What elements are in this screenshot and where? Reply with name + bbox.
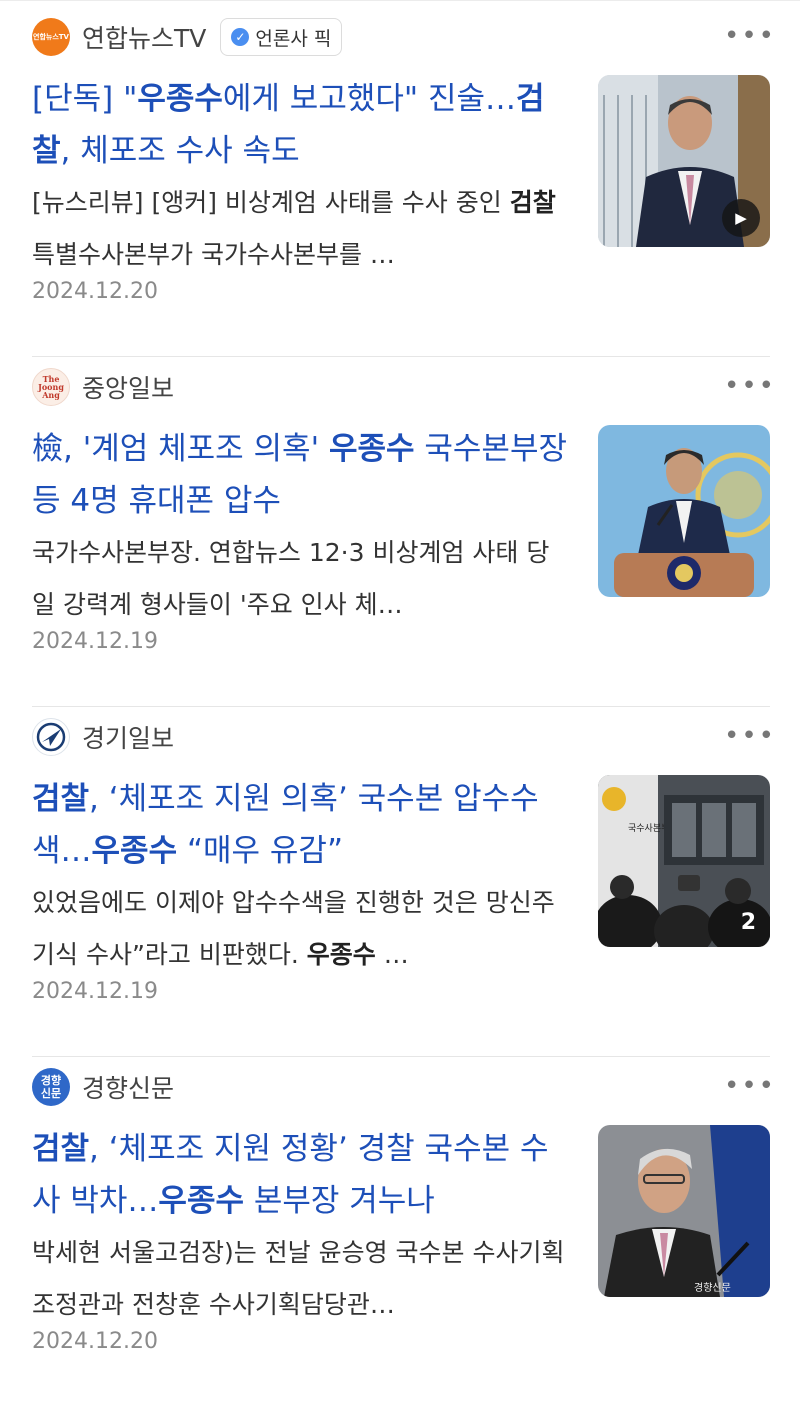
pick-label: 언론사 픽	[255, 27, 332, 50]
text-segment: 에게 보고했다" 진술…	[222, 81, 517, 117]
more-options-button[interactable]: •••	[724, 21, 774, 51]
press-logo-text: 경향 신문	[40, 1074, 62, 1100]
highlighted-keyword: 검찰	[32, 781, 90, 817]
press-logo[interactable]: 경향 신문	[32, 1068, 70, 1106]
article-date: 2024.12.20	[32, 279, 158, 304]
news-item[interactable]: 연합뉴스TV 연합뉴스TV ✓ 언론사 픽 ••• [단독] "우종수에게 보고…	[32, 7, 774, 357]
article-summary[interactable]: [뉴스리뷰] [앵커] 비상계엄 사태를 수사 중인 검찰 특별수사본부가 국가…	[32, 177, 572, 281]
news-item[interactable]: The Joong Ang 중앙일보 ••• 檢, '계엄 체포조 의혹' 우종…	[32, 357, 774, 707]
press-logo[interactable]	[32, 718, 70, 756]
press-logo-text: 연합뉴스TV	[33, 32, 69, 41]
more-options-button[interactable]: •••	[724, 721, 774, 751]
press-logo-text: The Joong Ang	[38, 374, 64, 400]
news-item[interactable]: 경기일보 ••• 검찰, ‘체포조 지원 의혹’ 국수본 압수수색…우종수 “매…	[32, 707, 774, 1057]
highlighted-keyword: 우종수	[91, 833, 178, 869]
article-date: 2024.12.19	[32, 979, 158, 1004]
press-name[interactable]: 중앙일보	[82, 369, 174, 405]
press-header: 경향 신문 경향신문	[32, 1067, 174, 1107]
highlighted-keyword: 우종수	[306, 940, 376, 969]
press-header: The Joong Ang 중앙일보	[32, 367, 174, 407]
check-icon: ✓	[231, 28, 250, 46]
text-segment: 국가수사본부장. 연합뉴스 12·3 비상계엄 사태 당일 강력계 형사들이 '…	[32, 538, 550, 619]
thumbnail-image	[598, 425, 770, 597]
article-title[interactable]: 檢, '계엄 체포조 의혹' 우종수 국수본부장 등 4명 휴대폰 압수	[32, 423, 572, 527]
image-count-badge: 2	[740, 910, 756, 935]
text-segment: “매우 유감”	[177, 833, 344, 869]
play-icon: ▶	[722, 199, 760, 237]
text-segment: , 체포조 수사 속도	[60, 133, 300, 169]
article-thumbnail[interactable]: 국수사본부 2	[598, 775, 770, 947]
article-summary[interactable]: 박세현 서울고검장)는 전날 윤승영 국수본 수사기획조정관과 전창훈 수사기획…	[32, 1227, 572, 1331]
article-title[interactable]: [단독] "우종수에게 보고했다" 진술…검찰, 체포조 수사 속도	[32, 73, 572, 177]
article-thumbnail[interactable]: ▶	[598, 75, 770, 247]
highlighted-keyword: 우종수	[137, 81, 223, 117]
press-name[interactable]: 연합뉴스TV	[82, 19, 206, 55]
article-thumbnail[interactable]: 경향신문	[598, 1125, 770, 1297]
text-segment: 있었음에도 이제야 압수수색을 진행한 것은 망신주기식 수사”라고 비판했다.	[32, 888, 555, 969]
article-date: 2024.12.20	[32, 1329, 158, 1354]
top-divider	[0, 0, 800, 7]
press-logo[interactable]: 연합뉴스TV	[32, 18, 70, 56]
text-segment: …	[375, 940, 409, 969]
article-summary[interactable]: 있었음에도 이제야 압수수색을 진행한 것은 망신주기식 수사”라고 비판했다.…	[32, 877, 572, 981]
text-segment: 특별수사본부가 국가수사본부를 …	[32, 240, 395, 269]
news-feed: 연합뉴스TV 연합뉴스TV ✓ 언론사 픽 ••• [단독] "우종수에게 보고…	[0, 7, 800, 1407]
highlighted-keyword: 우종수	[158, 1183, 244, 1219]
highlighted-keyword: 검찰	[509, 188, 556, 217]
press-name[interactable]: 경향신문	[82, 1069, 174, 1105]
text-segment: 본부장 겨누나	[243, 1183, 435, 1219]
text-segment: 檢, '계엄 체포조 의혹'	[32, 431, 329, 467]
press-name[interactable]: 경기일보	[82, 719, 174, 755]
article-thumbnail[interactable]	[598, 425, 770, 597]
thumbnail-sign-text: 국수사본부	[628, 823, 669, 834]
thumbnail-watermark: 경향신문	[694, 1281, 731, 1294]
press-header: 경기일보	[32, 717, 174, 757]
highlighted-keyword: 검찰	[32, 1131, 90, 1167]
text-segment: [뉴스리뷰] [앵커] 비상계엄 사태를 수사 중인	[32, 188, 510, 217]
article-title[interactable]: 검찰, ‘체포조 지원 정황’ 경찰 국수본 수사 박차…우종수 본부장 겨누나	[32, 1123, 572, 1227]
more-options-button[interactable]: •••	[724, 371, 774, 401]
paper-plane-icon	[36, 722, 66, 752]
press-logo[interactable]: The Joong Ang	[32, 368, 70, 406]
press-header: 연합뉴스TV 연합뉴스TV ✓ 언론사 픽	[32, 17, 343, 57]
highlighted-keyword: 우종수	[328, 431, 415, 467]
article-summary[interactable]: 국가수사본부장. 연합뉴스 12·3 비상계엄 사태 당일 강력계 형사들이 '…	[32, 527, 572, 631]
article-date: 2024.12.19	[32, 629, 158, 654]
more-options-button[interactable]: •••	[724, 1071, 774, 1101]
article-title[interactable]: 검찰, ‘체포조 지원 의혹’ 국수본 압수수색…우종수 “매우 유감”	[32, 773, 572, 877]
thumbnail-image: 경향신문	[598, 1125, 770, 1297]
text-segment: 박세현 서울고검장)는 전날 윤승영 국수본 수사기획조정관과 전창훈 수사기획…	[32, 1238, 565, 1319]
news-item[interactable]: 경향 신문 경향신문 ••• 검찰, ‘체포조 지원 정황’ 경찰 국수본 수사…	[32, 1057, 774, 1407]
text-segment: [단독] "	[32, 81, 138, 117]
press-pick-badge: ✓ 언론사 픽	[220, 18, 343, 56]
